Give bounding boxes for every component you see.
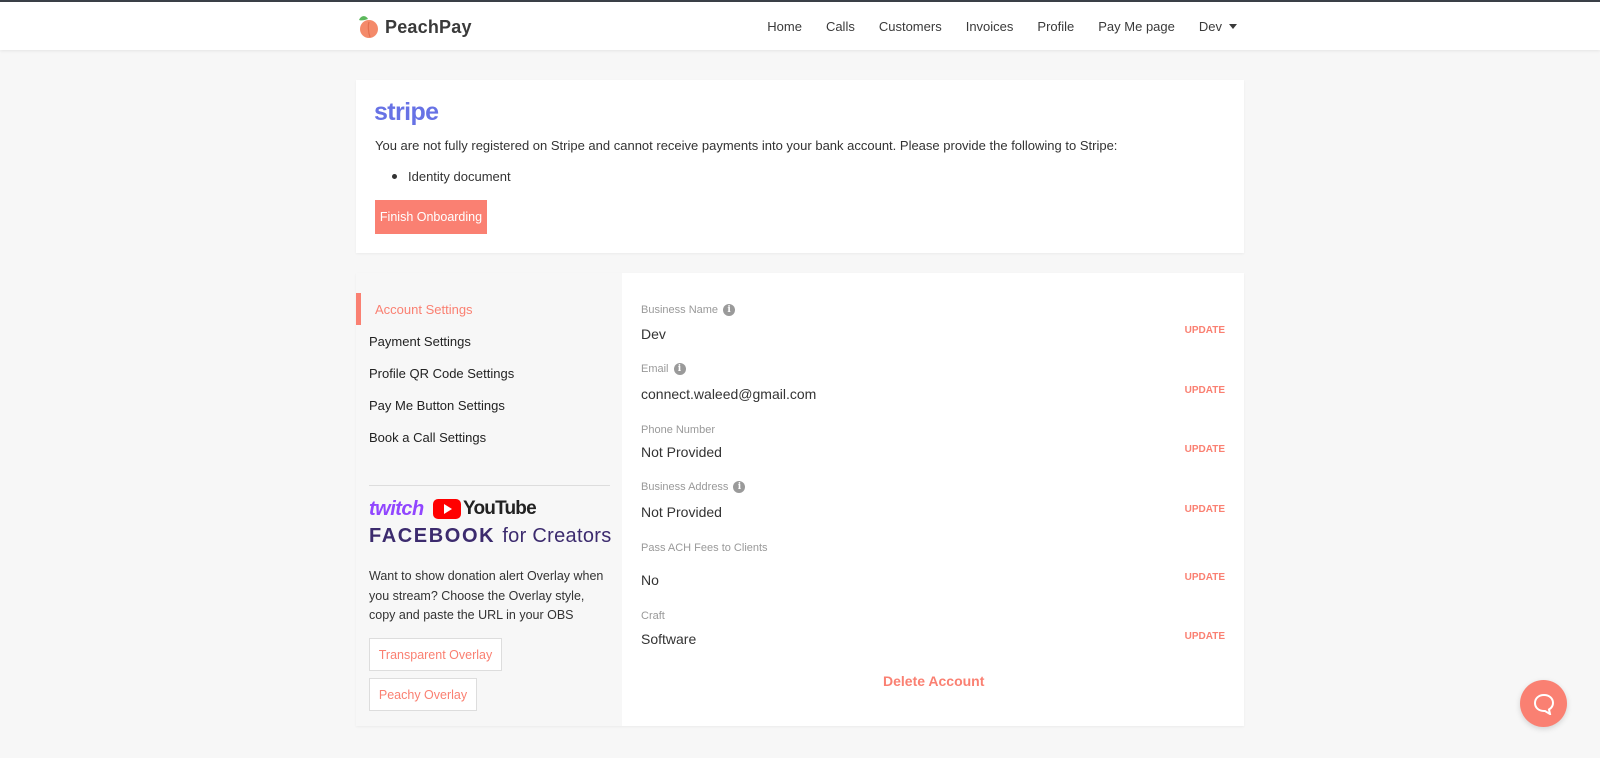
field-label-business-name: Business Name i	[641, 304, 736, 316]
stripe-message: You are not fully registered on Stripe a…	[375, 138, 1118, 153]
update-business-address-button[interactable]: UPDATE	[1185, 504, 1225, 515]
field-value-craft: Software	[641, 631, 697, 647]
stripe-onboarding-card: stripe You are not fully registered on S…	[356, 80, 1244, 253]
field-value-pass-ach-fees: No	[641, 572, 659, 588]
youtube-play-icon	[433, 499, 461, 519]
update-craft-button[interactable]: UPDATE	[1185, 631, 1225, 642]
requirement-list-item: Identity document	[375, 169, 511, 184]
requirement-text: Identity document	[408, 169, 511, 184]
field-value-email: connect.waleed@gmail.com	[641, 386, 817, 402]
field-label-craft: Craft	[641, 610, 665, 622]
brand-logo[interactable]: PeachPay	[356, 12, 472, 42]
chat-bubble-icon	[1533, 693, 1554, 715]
user-menu-label: Dev	[1198, 18, 1222, 34]
field-label-text: Business Name	[641, 304, 719, 316]
field-label-pass-ach-fees: Pass ACH Fees to Clients	[641, 542, 768, 554]
field-label-text: Business Address	[641, 481, 729, 493]
user-menu-dropdown[interactable]: Dev	[1199, 19, 1237, 34]
update-pass-ach-fees-button[interactable]: UPDATE	[1185, 572, 1225, 583]
for-creators-text: for Creators	[502, 525, 612, 547]
main-nav: Home Calls Customers Invoices Profile Pa…	[743, 2, 1237, 50]
nav-profile[interactable]: Profile	[1037, 19, 1074, 34]
settings-sidebar: Account Settings Payment Settings Profil…	[356, 273, 622, 726]
overlay-description: Want to show donation alert Overlay when…	[369, 569, 604, 622]
nav-customers[interactable]: Customers	[879, 19, 942, 34]
field-label-email: Email i	[641, 363, 686, 375]
help-chat-button[interactable]	[1520, 680, 1567, 727]
twitch-logo: twitch	[369, 498, 424, 520]
nav-home[interactable]: Home	[767, 19, 802, 34]
brand-name: PeachPay	[385, 16, 472, 37]
field-label-business-address: Business Address i	[641, 481, 746, 493]
sidebar-item-payment-settings[interactable]: Payment Settings	[369, 334, 471, 349]
update-business-name-button[interactable]: UPDATE	[1185, 325, 1225, 336]
sidebar-item-account-settings[interactable]: Account Settings	[375, 302, 473, 317]
chevron-down-icon	[1229, 24, 1237, 29]
field-value-business-address: Not Provided	[641, 504, 722, 520]
sidebar-item-pay-me-button-settings[interactable]: Pay Me Button Settings	[369, 398, 505, 413]
field-label-text: Craft	[641, 610, 665, 622]
finish-onboarding-button[interactable]: Finish Onboarding	[375, 200, 487, 234]
nav-invoices[interactable]: Invoices	[966, 19, 1014, 34]
update-phone-number-button[interactable]: UPDATE	[1185, 444, 1225, 455]
top-navbar: PeachPay Home Calls Customers Invoices P…	[0, 2, 1600, 50]
field-label-text: Phone Number	[641, 424, 715, 436]
field-value-business-name: Dev	[641, 326, 666, 342]
peach-logo-icon	[359, 16, 378, 38]
peachy-overlay-button[interactable]: Peachy Overlay	[369, 678, 477, 711]
youtube-wordmark: YouTube	[463, 498, 537, 519]
streaming-platform-logos: twitch YouTube FACEBOOK for Creators	[369, 498, 614, 548]
info-icon[interactable]: i	[733, 481, 746, 493]
nav-calls[interactable]: Calls	[826, 19, 855, 34]
sidebar-divider	[369, 485, 610, 486]
nav-pay-me-page[interactable]: Pay Me page	[1098, 19, 1175, 34]
stripe-logo: stripe	[374, 98, 439, 126]
update-email-button[interactable]: UPDATE	[1185, 385, 1225, 396]
sidebar-item-qr-code-settings[interactable]: Profile QR Code Settings	[369, 366, 514, 381]
field-label-phone-number: Phone Number	[641, 424, 715, 436]
facebook-wordmark: FACEBOOK	[369, 525, 496, 547]
bullet-icon	[392, 174, 397, 179]
field-label-text: Email	[641, 363, 669, 375]
active-indicator	[356, 293, 361, 325]
info-icon[interactable]: i	[723, 304, 736, 316]
transparent-overlay-button[interactable]: Transparent Overlay	[369, 638, 502, 671]
field-value-phone-number: Not Provided	[641, 444, 722, 460]
info-icon[interactable]: i	[673, 363, 686, 375]
youtube-logo: YouTube	[433, 498, 537, 520]
field-label-text: Pass ACH Fees to Clients	[641, 542, 768, 554]
settings-panel: Account Settings Payment Settings Profil…	[356, 273, 1244, 726]
facebook-for-creators-logo: FACEBOOK for Creators	[369, 525, 612, 547]
delete-account-button[interactable]: Delete Account	[883, 673, 984, 689]
sidebar-item-book-a-call-settings[interactable]: Book a Call Settings	[369, 430, 486, 445]
